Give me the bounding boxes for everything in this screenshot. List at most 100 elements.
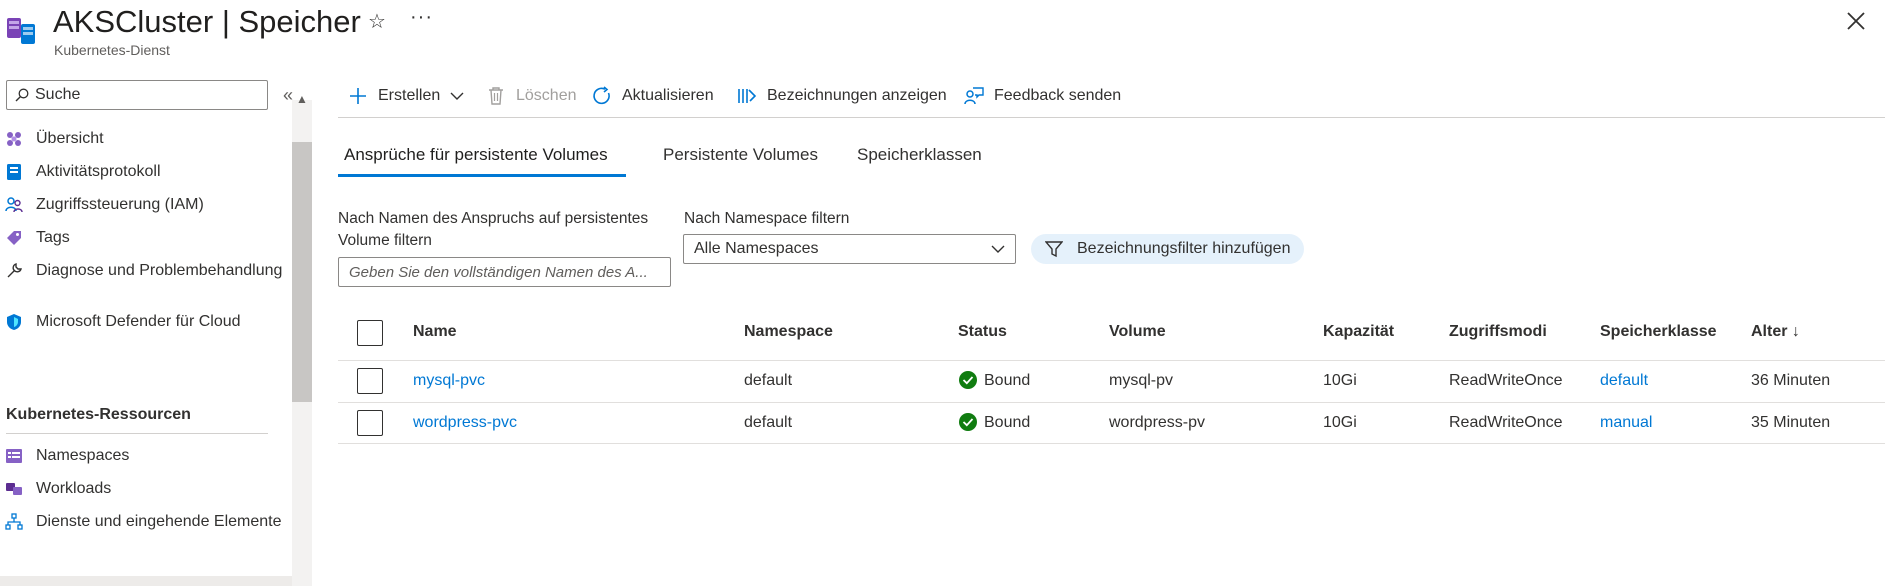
section-title-kubernetes-resources: Kubernetes-Ressourcen [6, 406, 191, 423]
sidebar-item-tags[interactable]: Tags [0, 227, 290, 251]
column-header-storage-class[interactable]: Speicherklasse [1600, 323, 1717, 341]
column-header-age[interactable]: Alter ↓ [1751, 323, 1800, 341]
name-filter-input[interactable] [339, 258, 670, 286]
iam-people-icon [5, 197, 23, 213]
sidebar-item-overview[interactable]: Übersicht [0, 128, 290, 152]
storage-class-link[interactable]: default [1600, 372, 1648, 390]
menu-search-box[interactable] [6, 80, 268, 110]
column-header-volume[interactable]: Volume [1109, 323, 1166, 341]
sidebar-item-iam[interactable]: Zugriffssteuerung (IAM) [0, 194, 290, 218]
create-label: Erstellen [378, 87, 441, 104]
access-modes-cell: ReadWriteOnce [1449, 372, 1563, 389]
row-divider [338, 443, 1885, 444]
active-tab-indicator [338, 174, 626, 177]
sidebar-item-label: Namespaces [36, 447, 130, 464]
namespace-cell: default [744, 372, 793, 389]
show-labels-button[interactable]: Bezeichnungen anzeigen [737, 81, 947, 111]
feedback-person-icon [964, 87, 984, 105]
row-checkbox[interactable] [357, 410, 383, 436]
column-header-name[interactable]: Name [413, 323, 457, 341]
chevron-down-icon [450, 92, 464, 100]
namespace-cell: default [744, 414, 793, 431]
success-check-icon [959, 371, 977, 389]
close-icon[interactable] [1843, 8, 1869, 34]
sidebar-item-defender[interactable]: Microsoft Defender für Cloud [0, 311, 290, 335]
sidebar-item-label: Aktivitätsprotokoll [36, 163, 161, 180]
trash-icon [489, 87, 503, 105]
scrollbar-thumb[interactable] [292, 142, 312, 402]
row-divider [338, 402, 1885, 403]
toolbar-divider [338, 117, 1885, 118]
feedback-button[interactable]: Feedback senden [964, 81, 1121, 111]
sidebar-item-label: Übersicht [36, 130, 104, 147]
sidebar-item-activity-log[interactable]: Aktivitätsprotokoll [0, 161, 290, 185]
namespaces-icon [6, 449, 22, 463]
tab-pvc[interactable]: Ansprüche für persistente Volumes [344, 145, 608, 165]
name-filter-field[interactable] [338, 257, 671, 287]
chevron-down-icon [991, 245, 1005, 253]
column-header-status[interactable]: Status [958, 323, 1007, 341]
capacity-cell: 10Gi [1323, 414, 1357, 431]
namespace-filter-value: Alle Namespaces [694, 240, 819, 257]
labels-columns-icon [738, 89, 757, 103]
tab-persistent-volumes[interactable]: Persistente Volumes [663, 145, 818, 165]
blade-header: AKSCluster | Speicher Kubernetes-Dienst … [0, 0, 1900, 70]
namespace-filter-label: Nach Namespace filtern [684, 210, 850, 227]
age-cell: 36 Minuten [1751, 372, 1831, 389]
create-button[interactable]: Erstellen [348, 81, 464, 111]
tab-storage-classes[interactable]: Speicherklassen [857, 145, 982, 165]
access-modes-cell: ReadWriteOnce [1449, 414, 1563, 431]
status-cell: Bound [984, 372, 1031, 389]
namespace-filter-dropdown[interactable]: Alle Namespaces [683, 234, 1016, 264]
sidebar-item-namespaces[interactable]: Namespaces [0, 445, 290, 469]
tag-icon [7, 231, 21, 245]
sidebar-item-label: Microsoft Defender für Cloud [36, 313, 241, 330]
name-filter-label-line2: Volume filtern [338, 232, 432, 249]
name-filter-label-line1: Nach Namen des Anspruchs auf persistente… [338, 210, 649, 227]
pvc-name-link[interactable]: mysql-pvc [413, 372, 485, 390]
show-labels-label: Bezeichnungen anzeigen [767, 87, 947, 104]
sidebar-item-label: Diagnose und Problembehandlung [36, 262, 283, 279]
select-all-checkbox[interactable] [357, 320, 383, 346]
workloads-icon [6, 483, 22, 495]
page-subtitle: Kubernetes-Dienst [54, 42, 170, 58]
shield-icon [7, 314, 21, 330]
refresh-button[interactable]: Aktualisieren [592, 81, 714, 111]
resource-menu: « Übersicht Aktivitätsprotokoll Zugriffs… [0, 80, 312, 586]
add-label-filter-button[interactable]: Bezeichnungsfilter hinzufügen [1031, 234, 1304, 264]
volume-cell: wordpress-pv [1109, 414, 1206, 431]
column-header-namespace[interactable]: Namespace [744, 323, 833, 341]
activity-log-icon [7, 164, 21, 180]
aks-storage-resource-icon [7, 18, 35, 44]
search-icon [15, 88, 29, 102]
column-header-capacity[interactable]: Kapazität [1323, 323, 1394, 341]
sidebar-item-services-ingress[interactable]: Dienste und eingehende Elemente [0, 511, 290, 557]
delete-button[interactable]: Löschen [486, 81, 577, 111]
page-title: AKSCluster | Speicher [53, 4, 361, 39]
sidebar-item-workloads[interactable]: Workloads [0, 478, 290, 502]
services-network-icon [5, 513, 23, 530]
success-check-icon [959, 413, 977, 431]
menu-search-input[interactable] [35, 85, 263, 105]
favorite-star-icon[interactable]: ☆ [368, 9, 386, 34]
status-cell: Bound [984, 414, 1031, 431]
storage-class-link[interactable]: manual [1600, 414, 1652, 432]
header-divider [338, 360, 1885, 361]
more-options-icon[interactable]: ··· [410, 6, 433, 29]
filter-funnel-icon [1045, 241, 1063, 258]
refresh-label: Aktualisieren [622, 87, 714, 104]
sidebar-item-selected-storage[interactable] [0, 576, 292, 586]
refresh-icon [593, 86, 610, 105]
capacity-cell: 10Gi [1323, 372, 1357, 389]
sidebar-item-label: Tags [36, 229, 70, 246]
add-label-filter-label: Bezeichnungsfilter hinzufügen [1077, 240, 1291, 257]
column-header-access-modes[interactable]: Zugriffsmodi [1449, 323, 1547, 341]
pvc-name-link[interactable]: wordpress-pvc [413, 414, 517, 432]
row-checkbox[interactable] [357, 368, 383, 394]
sidebar-item-diagnose[interactable]: Diagnose und Problembehandlung [0, 260, 290, 306]
plus-icon [350, 88, 366, 104]
sidebar-item-label: Dienste und eingehende Elemente [36, 513, 282, 530]
feedback-label: Feedback senden [994, 87, 1122, 104]
scroll-up-arrow-icon[interactable]: ▲ [296, 92, 308, 106]
age-cell: 35 Minuten [1751, 414, 1831, 431]
